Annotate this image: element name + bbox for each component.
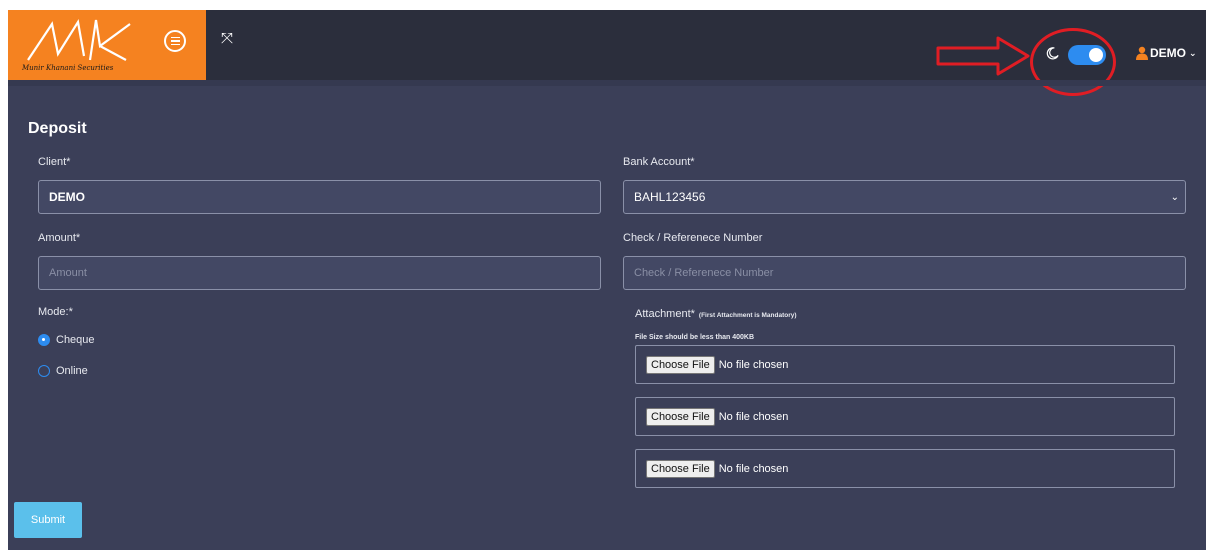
client-value: DEMO — [49, 190, 85, 204]
mk-logo-icon — [27, 18, 131, 61]
reference-input[interactable]: Check / Referenece Number — [623, 256, 1186, 290]
fullscreen-icon[interactable]: ⤧ — [218, 30, 236, 48]
attachment-label-text: Attachment* — [635, 308, 695, 320]
mode-option-label: Cheque — [56, 334, 95, 346]
client-label: Client* — [38, 156, 71, 168]
annotation-arrow-icon — [936, 36, 1030, 76]
choose-file-button[interactable]: Choose File — [646, 355, 715, 374]
user-name: DEMO — [1150, 46, 1186, 60]
menu-toggle-button[interactable] — [164, 30, 186, 52]
choose-file-button[interactable]: Choose File — [646, 407, 715, 426]
file-input-3[interactable]: Choose File No file chosen — [635, 449, 1175, 488]
radio-unchecked[interactable] — [38, 365, 50, 377]
toggle-knob — [1089, 48, 1103, 62]
attachment-label: Attachment* (First Attachment is Mandator… — [635, 308, 797, 320]
mode-option-cheque[interactable]: Cheque — [38, 334, 95, 346]
bank-account-value: BAHL123456 — [634, 190, 706, 204]
user-icon — [1136, 46, 1148, 60]
top-bar: Munir Khanani Securities ⤧ DEMO ⌄ — [8, 10, 1206, 96]
attachment-note: (First Attachment is Mandatory) — [698, 312, 797, 319]
file-input-1[interactable]: Choose File No file chosen — [635, 345, 1175, 384]
amount-input[interactable]: Amount — [38, 256, 601, 290]
chevron-down-icon: ⌄ — [1189, 47, 1197, 58]
client-input[interactable]: DEMO — [38, 180, 601, 214]
chevron-down-icon: ⌄ — [1170, 192, 1179, 203]
mode-option-online[interactable]: Online — [38, 365, 88, 377]
file-input-2[interactable]: Choose File No file chosen — [635, 397, 1175, 436]
mode-option-label: Online — [56, 365, 88, 377]
reference-label: Check / Referenece Number — [623, 232, 763, 244]
file-status: No file chosen — [718, 462, 789, 475]
submit-button[interactable]: Submit — [14, 502, 82, 538]
file-status: No file chosen — [718, 410, 789, 423]
brand-caption: Munir Khanani Securities — [22, 64, 114, 72]
header-divider — [8, 80, 1206, 86]
reference-placeholder: Check / Referenece Number — [634, 267, 774, 279]
mode-label: Mode:* — [38, 306, 73, 318]
radio-checked[interactable] — [38, 334, 50, 346]
file-size-note: File Size should be less than 400KB — [635, 334, 755, 341]
bank-account-select[interactable]: BAHL123456 ⌄ — [623, 180, 1186, 214]
choose-file-button[interactable]: Choose File — [646, 459, 715, 478]
page-title: Deposit — [28, 120, 87, 137]
hamburger-icon — [170, 36, 180, 39]
amount-placeholder: Amount — [49, 267, 87, 279]
file-status: No file chosen — [718, 358, 789, 371]
user-menu[interactable]: DEMO ⌄ — [1136, 44, 1197, 62]
moon-icon — [1046, 47, 1059, 60]
app-frame: Munir Khanani Securities ⤧ DEMO ⌄ Deposi… — [8, 10, 1206, 550]
amount-label: Amount* — [38, 232, 81, 244]
dark-mode-toggle[interactable] — [1068, 45, 1106, 65]
bank-account-label: Bank Account* — [623, 156, 695, 168]
